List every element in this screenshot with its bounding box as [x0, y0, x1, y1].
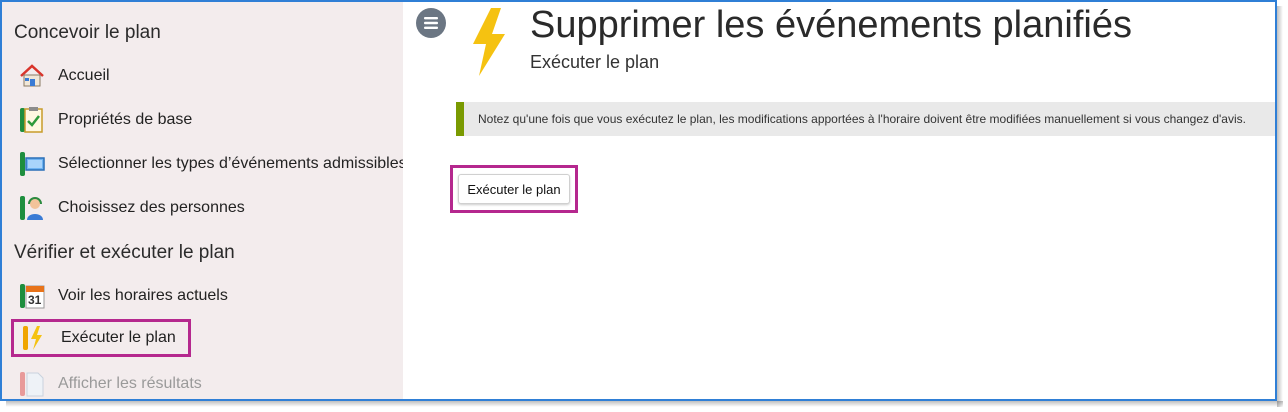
sidebar-item-label: Afficher les résultats — [58, 375, 202, 392]
section-title-design: Concevoir le plan — [14, 22, 161, 43]
sidebar-item-label: Sélectionner les types d’événements admi… — [58, 155, 403, 172]
sidebar-item-home[interactable]: Accueil — [18, 59, 110, 93]
sidebar-item-current-schedules[interactable]: 31 Voir les horaires actuels — [18, 279, 228, 313]
person-headset-icon — [18, 194, 46, 222]
sidebar-item-label: Choisissez des personnes — [58, 199, 245, 216]
notice-text: Notez qu'une fois que vous exécutez le p… — [478, 112, 1246, 126]
page-subtitle: Exécuter le plan — [530, 52, 660, 72]
sidebar-item-show-results[interactable]: Afficher les résultats — [18, 367, 202, 399]
sidebar-item-label: Propriétés de base — [58, 111, 193, 128]
main-content: Supprimer les événements planifiés Exécu… — [403, 2, 1275, 399]
run-plan-button[interactable]: Exécuter le plan — [458, 174, 570, 204]
lightning-icon — [21, 324, 49, 352]
sidebar-item-label: Exécuter le plan — [61, 329, 176, 346]
sidebar-item-event-types[interactable]: Sélectionner les types d’événements admi… — [18, 147, 403, 181]
sidebar-item-label: Accueil — [58, 67, 110, 84]
hamburger-menu-button[interactable] — [416, 8, 446, 38]
calendar-icon: 31 — [18, 282, 46, 310]
notice-banner: Notez qu'une fois que vous exécutez le p… — [456, 102, 1275, 136]
clipboard-check-icon — [18, 106, 46, 134]
lightning-icon — [473, 8, 505, 76]
sidebar-item-basic-properties[interactable]: Propriétés de base — [18, 103, 192, 137]
app-window: Concevoir le plan Accueil Propriétés de … — [0, 0, 1277, 401]
sidebar-item-label: Voir les horaires actuels — [58, 287, 228, 304]
run-plan-highlight: Exécuter le plan — [450, 165, 578, 213]
window-shadow — [1277, 6, 1283, 407]
document-icon — [18, 370, 46, 398]
page-title: Supprimer les événements planifiés — [530, 4, 1132, 46]
sidebar: Concevoir le plan Accueil Propriétés de … — [2, 2, 403, 399]
screen-icon — [18, 150, 46, 178]
calendar-day-number: 31 — [28, 293, 42, 307]
sidebar-item-run-plan[interactable]: Exécuter le plan — [11, 319, 191, 357]
section-title-verify: Vérifier et exécuter le plan — [14, 242, 235, 263]
sidebar-item-choose-people[interactable]: Choisissez des personnes — [18, 191, 245, 225]
window-shadow — [6, 401, 1283, 407]
hamburger-icon — [424, 17, 438, 29]
home-icon — [18, 62, 46, 90]
